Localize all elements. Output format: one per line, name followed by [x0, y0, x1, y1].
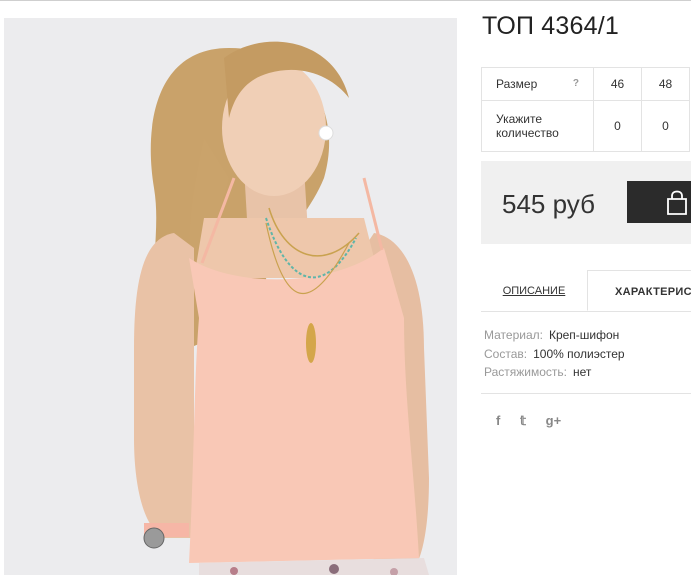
quantity-input[interactable]: 0: [641, 100, 690, 152]
top-border: [0, 0, 691, 1]
spec-row: Материал: Креп-шифон: [484, 326, 625, 345]
spec-key: Материал:: [484, 328, 543, 342]
quantity-label-line1: Укажите: [496, 112, 543, 126]
size-option[interactable]: 46: [593, 67, 642, 101]
price: 545 руб: [502, 189, 595, 219]
quantity-input[interactable]: 0: [593, 100, 642, 152]
social-share: f 𝕥 g+: [496, 413, 577, 429]
spec-key: Растяжимость:: [484, 365, 568, 379]
quantity-label-line2: количество: [496, 126, 559, 140]
spec-row: Растяжимость: нет: [484, 363, 625, 382]
model-illustration: [4, 18, 457, 575]
spec-value: Креп-шифон: [548, 328, 620, 342]
size-row: Размер ? 46 48: [481, 67, 690, 101]
divider: [481, 393, 691, 394]
product-tabs: ОПИСАНИЕ ХАРАКТЕРИСТИКИ: [481, 270, 691, 312]
spec-row: Состав: 100% полиэстер: [484, 345, 625, 364]
price-panel: 545 руб: [481, 161, 691, 244]
tab-description[interactable]: ОПИСАНИЕ: [481, 270, 587, 311]
size-help-icon[interactable]: ?: [573, 78, 579, 89]
twitter-icon[interactable]: 𝕥: [520, 413, 526, 429]
size-label: Размер: [496, 77, 538, 91]
specs-list: Материал: Креп-шифон Состав: 100% полиэсте…: [484, 326, 625, 382]
quantity-row: Укажите количество 0 0: [481, 100, 690, 152]
product-title: ТОП 4364/1: [482, 12, 619, 40]
spec-value: 100% полиэстер: [533, 346, 625, 361]
add-to-cart-button[interactable]: [627, 181, 691, 223]
quantity-label-cell: Укажите количество: [481, 100, 594, 152]
google-plus-icon[interactable]: g+: [546, 413, 562, 428]
facebook-icon[interactable]: f: [496, 413, 500, 428]
size-option[interactable]: 48: [641, 67, 690, 101]
spec-key: Состав:: [484, 346, 528, 361]
spec-value: нет: [573, 365, 592, 379]
tab-characteristics[interactable]: ХАРАКТЕРИСТИКИ: [587, 270, 691, 311]
size-table: Размер ? 46 48 Укажите количество 0 0: [481, 67, 690, 152]
size-label-cell: Размер ?: [481, 67, 594, 101]
shopping-bag-icon: [667, 190, 687, 215]
product-photo[interactable]: [4, 18, 457, 575]
